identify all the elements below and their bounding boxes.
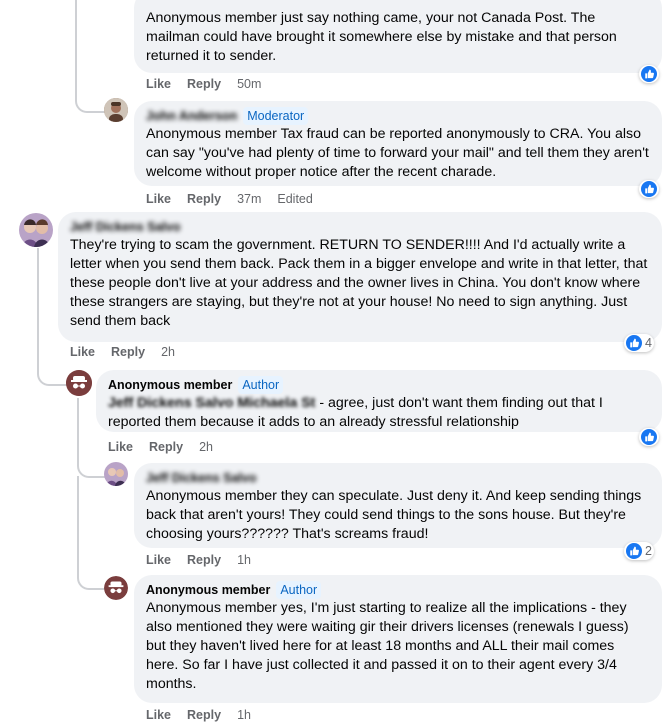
reaction-summary[interactable]: 4 bbox=[624, 334, 654, 352]
reply-button[interactable]: Reply bbox=[187, 708, 221, 722]
like-icon bbox=[626, 543, 642, 559]
anonymous-avatar-icon[interactable] bbox=[66, 370, 92, 396]
reaction-summary[interactable] bbox=[639, 180, 659, 198]
comment-text: Anonymous member Tax fraud can be report… bbox=[146, 126, 649, 180]
comment-text: Anonymous member just say nothing came, … bbox=[146, 10, 617, 64]
like-icon bbox=[641, 181, 657, 197]
reaction-count: 4 bbox=[645, 336, 652, 350]
timestamp[interactable]: 2h bbox=[199, 440, 213, 454]
thread-line bbox=[77, 476, 79, 576]
comment-actions: Like Reply 1h bbox=[146, 553, 251, 567]
thread-line bbox=[75, 0, 77, 95]
author-badge: Author bbox=[276, 581, 322, 599]
thread-line bbox=[77, 398, 79, 463]
like-icon bbox=[641, 429, 657, 445]
author-name[interactable]: Anonymous member bbox=[146, 582, 270, 598]
edited-label[interactable]: Edited bbox=[277, 192, 312, 206]
comment-text: Anonymous member yes, I'm just starting … bbox=[146, 600, 629, 692]
reaction-count: 2 bbox=[645, 544, 652, 558]
avatar[interactable] bbox=[104, 98, 128, 122]
like-button[interactable]: Like bbox=[70, 345, 95, 359]
author-row: Anonymous member Author bbox=[146, 581, 650, 599]
like-button[interactable]: Like bbox=[108, 440, 133, 454]
reaction-summary[interactable] bbox=[639, 65, 659, 83]
author-name[interactable]: Jeff Dickens Salvo bbox=[146, 470, 256, 486]
timestamp[interactable]: 50m bbox=[237, 77, 261, 91]
reply-button[interactable]: Reply bbox=[111, 345, 145, 359]
author-row: Jeff Dickens Salvo bbox=[146, 470, 650, 486]
author-row: Anonymous member Author bbox=[108, 376, 650, 394]
comment-actions: Like Reply 37m Edited bbox=[146, 192, 313, 206]
author-name[interactable]: Anonymous member bbox=[108, 377, 232, 393]
comment-actions: Like Reply 1h bbox=[146, 708, 251, 722]
thread-line bbox=[37, 248, 39, 368]
thread-connector bbox=[75, 95, 107, 113]
reaction-summary[interactable] bbox=[639, 428, 659, 446]
reply-button[interactable]: Reply bbox=[187, 77, 221, 91]
author-row: John Anderson Moderator bbox=[146, 107, 650, 125]
timestamp[interactable]: 1h bbox=[237, 553, 251, 567]
avatar[interactable] bbox=[104, 462, 128, 486]
reply-button[interactable]: Reply bbox=[187, 192, 221, 206]
like-button[interactable]: Like bbox=[146, 708, 171, 722]
comment-text: Anonymous member they can speculate. Jus… bbox=[146, 488, 642, 542]
reply-button[interactable]: Reply bbox=[149, 440, 183, 454]
reaction-summary[interactable]: 2 bbox=[624, 542, 654, 560]
thread-connector bbox=[37, 368, 69, 386]
reply-button[interactable]: Reply bbox=[187, 553, 221, 567]
mention-tag[interactable]: Jeff Dickens Salvo Michaela St bbox=[108, 395, 315, 411]
comment-actions: Like Reply 2h bbox=[70, 345, 175, 359]
comment-actions: Like Reply 2h bbox=[108, 440, 213, 454]
timestamp[interactable]: 37m bbox=[237, 192, 261, 206]
comment-actions: Like Reply 50m bbox=[146, 77, 261, 91]
author-badge: Author bbox=[238, 376, 284, 394]
timestamp[interactable]: 2h bbox=[161, 345, 175, 359]
timestamp[interactable]: 1h bbox=[237, 708, 251, 722]
like-icon bbox=[626, 335, 642, 351]
author-row: Jeff Dickens Salvo bbox=[70, 219, 650, 235]
avatar[interactable] bbox=[19, 213, 53, 247]
like-icon bbox=[641, 66, 657, 82]
like-button[interactable]: Like bbox=[146, 77, 171, 91]
comment-text: They're trying to scam the government. R… bbox=[70, 237, 648, 329]
comment-bubble: Jeff Dickens Salvo They're trying to sca… bbox=[58, 212, 662, 342]
author-name[interactable]: Jeff Dickens Salvo bbox=[70, 219, 180, 235]
comment-bubble: Anonymous member Author Jeff Dickens Sal… bbox=[96, 370, 662, 432]
comment-bubble: Anonymous member just say nothing came, … bbox=[134, 0, 662, 73]
comment-bubble: John Anderson Moderator Anonymous member… bbox=[134, 101, 662, 186]
comment-bubble: Anonymous member Author Anonymous member… bbox=[134, 575, 662, 703]
like-button[interactable]: Like bbox=[146, 553, 171, 567]
author-name[interactable]: John Anderson bbox=[146, 108, 237, 124]
like-button[interactable]: Like bbox=[146, 192, 171, 206]
comment-bubble: Jeff Dickens Salvo Anonymous member they… bbox=[134, 463, 662, 548]
comment-text: Jeff Dickens Salvo Michaela St - agree, … bbox=[108, 394, 650, 432]
moderator-badge: Moderator bbox=[243, 107, 309, 125]
anonymous-avatar-icon[interactable] bbox=[104, 576, 128, 600]
